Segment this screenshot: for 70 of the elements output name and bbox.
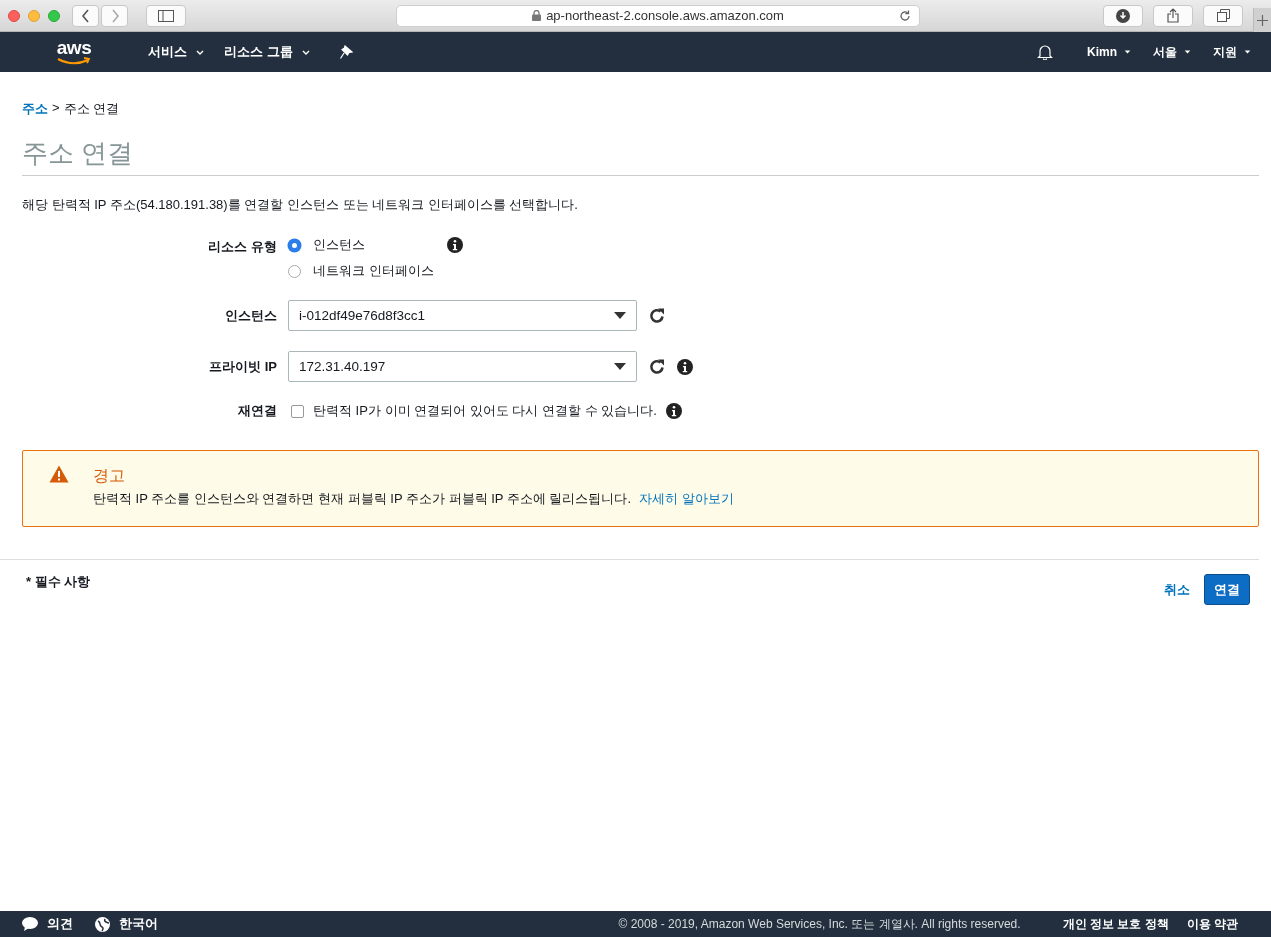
caret-icon xyxy=(196,49,204,55)
plus-icon xyxy=(1257,14,1268,26)
breadcrumb-separator: > xyxy=(52,100,60,117)
caret-icon xyxy=(1244,50,1251,54)
copyright-text: © 2008 - 2019, Amazon Web Services, Inc. 또는 계열사. All rights reserved. xyxy=(618,915,1021,933)
radio-label: 네트워크 인터페이스 xyxy=(313,262,434,280)
associate-button[interactable]: 연결 xyxy=(1204,574,1250,605)
forward-icon xyxy=(109,8,120,23)
pin-icon[interactable] xyxy=(339,45,353,59)
info-icon[interactable] xyxy=(677,358,693,375)
footer-link[interactable]: 개인 정보 보호 정책 xyxy=(1062,915,1169,933)
back-icon xyxy=(80,8,91,23)
caret-icon xyxy=(1124,50,1131,54)
address-bar[interactable]: ap-northeast-2.console.aws.amazon.com xyxy=(396,4,920,27)
required-note: * 필수 사항 xyxy=(26,573,91,591)
radio-button[interactable] xyxy=(288,264,301,278)
nav-menu[interactable]: 서비스 xyxy=(148,43,204,61)
lock-icon xyxy=(532,10,542,21)
nav-menu[interactable]: 서울 xyxy=(1153,43,1191,61)
private-ip-select[interactable]: 172.31.40.197 xyxy=(288,351,637,382)
field-label: 프라이빗 IP xyxy=(208,357,277,376)
page-title: 주소 연결 xyxy=(22,136,1259,176)
footer-link[interactable]: 이용 약관 xyxy=(1186,915,1238,933)
description-text: 해당 탄력적 IP 주소(54.180.191.38)를 연결할 인스턴스 또는 네트워크 인터페이스를 선택합니다. xyxy=(22,196,579,214)
feedback-link[interactable]: 의견 xyxy=(22,915,73,933)
dropdown-caret-icon xyxy=(614,312,626,319)
cancel-link[interactable]: 취소 xyxy=(1164,580,1190,599)
breadcrumb-current: 주소 연결 xyxy=(63,100,120,118)
speech-bubble-icon xyxy=(22,917,38,931)
nav-menu[interactable]: Kimn xyxy=(1087,45,1131,59)
url-text: ap-northeast-2.console.aws.amazon.com xyxy=(546,8,784,23)
sidebar-icon xyxy=(158,9,174,22)
info-icon[interactable] xyxy=(447,237,463,253)
aws-logo[interactable]: aws xyxy=(52,38,96,66)
bell-icon[interactable] xyxy=(1037,44,1053,60)
language-selector[interactable]: 한국어 xyxy=(95,915,158,933)
breadcrumb-link[interactable]: 주소 xyxy=(22,100,48,118)
download-icon xyxy=(1116,8,1130,23)
nav-menu[interactable]: 지원 xyxy=(1213,43,1251,61)
field-label: 재연결 xyxy=(237,402,277,420)
share-icon xyxy=(1167,8,1179,23)
smile-arrow-icon xyxy=(57,56,91,66)
reload-icon[interactable] xyxy=(899,9,911,22)
refresh-icon[interactable] xyxy=(648,306,666,325)
refresh-icon[interactable] xyxy=(648,357,666,376)
nav-menu[interactable]: 리소스 그룹 xyxy=(224,43,310,61)
warning-title: 경고 xyxy=(93,466,126,486)
dropdown-caret-icon xyxy=(614,363,626,370)
warning-icon xyxy=(49,465,69,483)
radio-button[interactable] xyxy=(288,238,301,252)
field-label: 인스턴스 xyxy=(224,306,277,325)
field-label: 리소스 유형 xyxy=(207,238,277,256)
radio-label: 인스턴스 xyxy=(313,236,365,254)
downloads-button[interactable] xyxy=(1103,4,1143,27)
tabs-icon xyxy=(1216,9,1230,22)
back-button[interactable] xyxy=(72,4,99,27)
new-tab-button[interactable] xyxy=(1253,8,1271,32)
caret-icon xyxy=(1184,50,1191,54)
share-button[interactable] xyxy=(1153,4,1193,27)
warning-text: 탄력적 IP 주소를 인스턴스와 연결하면 현재 퍼블릭 IP 주소가 퍼블릭 IP 주소에 릴리스됩니다. xyxy=(93,490,632,508)
learn-more-link[interactable]: 자세히 알아보기 xyxy=(639,490,734,508)
tabs-button[interactable] xyxy=(1203,4,1243,27)
checkbox[interactable] xyxy=(291,404,304,418)
close-window-icon[interactable] xyxy=(8,9,20,22)
info-icon[interactable] xyxy=(665,403,682,419)
globe-icon xyxy=(95,916,110,932)
instance-select[interactable]: i-012df49e76d8f3cc1 xyxy=(288,300,637,331)
caret-icon xyxy=(301,49,310,55)
checkbox-label: 탄력적 IP가 이미 연결되어 있어도 다시 연결할 수 있습니다. xyxy=(313,402,657,420)
sidebar-button[interactable] xyxy=(146,4,186,27)
